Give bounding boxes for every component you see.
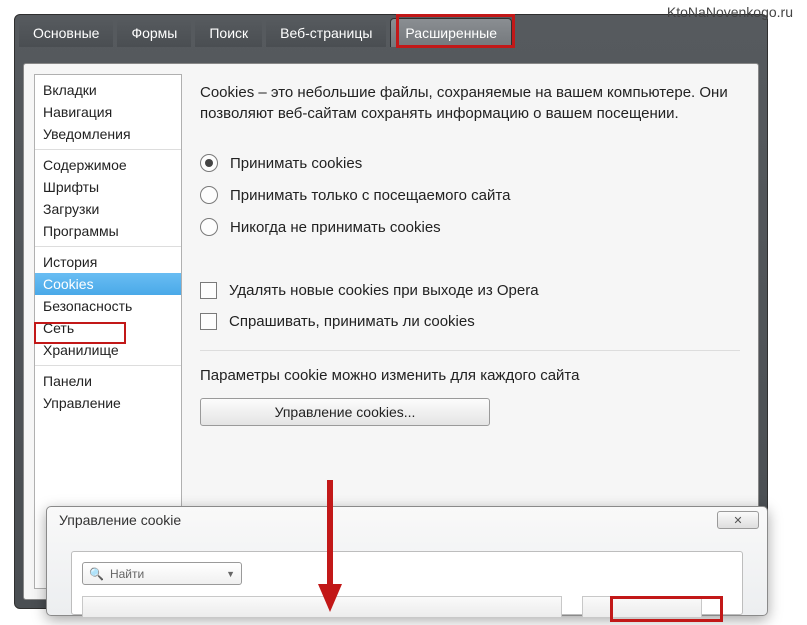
check-label: Удалять новые cookies при выходе из Oper… [229, 282, 539, 299]
radio-label: Принимать только с посещаемого сайта [230, 187, 510, 204]
manage-cookies-button[interactable]: Управление cookies... [200, 398, 490, 426]
tab-main[interactable]: Основные [19, 19, 113, 47]
sidebar-item-notifications[interactable]: Уведомления [35, 123, 181, 145]
sidebar-item-storage[interactable]: Хранилище [35, 339, 181, 361]
sidebar-item-content[interactable]: Содержимое [35, 154, 181, 176]
search-input[interactable]: 🔍 Найти ▼ [82, 562, 242, 585]
sidebar-item-downloads[interactable]: Загрузки [35, 198, 181, 220]
sidebar-item-tabs[interactable]: Вкладки [35, 79, 181, 101]
per-site-label: Параметры cookie можно изменить для кажд… [200, 367, 740, 384]
sidebar-item-panels[interactable]: Панели [35, 370, 181, 392]
radio-accept-visited-only[interactable]: Принимать только с посещаемого сайта [200, 186, 740, 204]
radio-label: Никогда не принимать cookies [230, 219, 441, 236]
sidebar-item-cookies[interactable]: Cookies [35, 273, 181, 295]
tab-forms[interactable]: Формы [117, 19, 191, 47]
check-ask-accept[interactable]: Спрашивать, принимать ли cookies [200, 313, 740, 330]
top-tabbar: Основные Формы Поиск Веб-страницы Расшир… [15, 15, 767, 47]
close-icon: ✕ [733, 514, 742, 527]
dropdown-icon: ▼ [226, 569, 235, 579]
dialog-action-button[interactable] [582, 596, 702, 618]
tab-search[interactable]: Поиск [195, 19, 262, 47]
sidebar-item-programs[interactable]: Программы [35, 220, 181, 242]
manage-cookies-dialog: Управление cookie ✕ 🔍 Найти ▼ [46, 506, 768, 616]
sidebar-item-history[interactable]: История [35, 251, 181, 273]
check-label: Спрашивать, принимать ли cookies [229, 313, 475, 330]
close-button[interactable]: ✕ [717, 511, 759, 529]
check-delete-on-exit[interactable]: Удалять новые cookies при выходе из Oper… [200, 282, 740, 299]
sidebar-item-network[interactable]: Сеть [35, 317, 181, 339]
cookies-description: Cookies – это небольшие файлы, сохраняем… [200, 82, 740, 124]
radio-icon [200, 218, 218, 236]
sidebar-item-navigation[interactable]: Навигация [35, 101, 181, 123]
search-placeholder: Найти [110, 567, 144, 581]
radio-never-accept[interactable]: Никогда не принимать cookies [200, 218, 740, 236]
cookie-list-header [82, 596, 562, 618]
radio-icon [200, 186, 218, 204]
tab-advanced[interactable]: Расширенные [390, 18, 512, 47]
checkbox-icon [200, 313, 217, 330]
radio-label: Принимать cookies [230, 155, 362, 172]
dialog-title: Управление cookie [59, 512, 181, 528]
dialog-body: 🔍 Найти ▼ [71, 551, 743, 615]
radio-accept-cookies[interactable]: Принимать cookies [200, 154, 740, 172]
sidebar-item-fonts[interactable]: Шрифты [35, 176, 181, 198]
sidebar-item-security[interactable]: Безопасность [35, 295, 181, 317]
checkbox-icon [200, 282, 217, 299]
watermark: KtoNaNovenkogo.ru [667, 4, 793, 20]
tab-webpages[interactable]: Веб-страницы [266, 19, 386, 47]
separator [200, 350, 740, 351]
search-icon: 🔍 [89, 567, 104, 581]
sidebar-item-management[interactable]: Управление [35, 392, 181, 414]
radio-icon [200, 154, 218, 172]
